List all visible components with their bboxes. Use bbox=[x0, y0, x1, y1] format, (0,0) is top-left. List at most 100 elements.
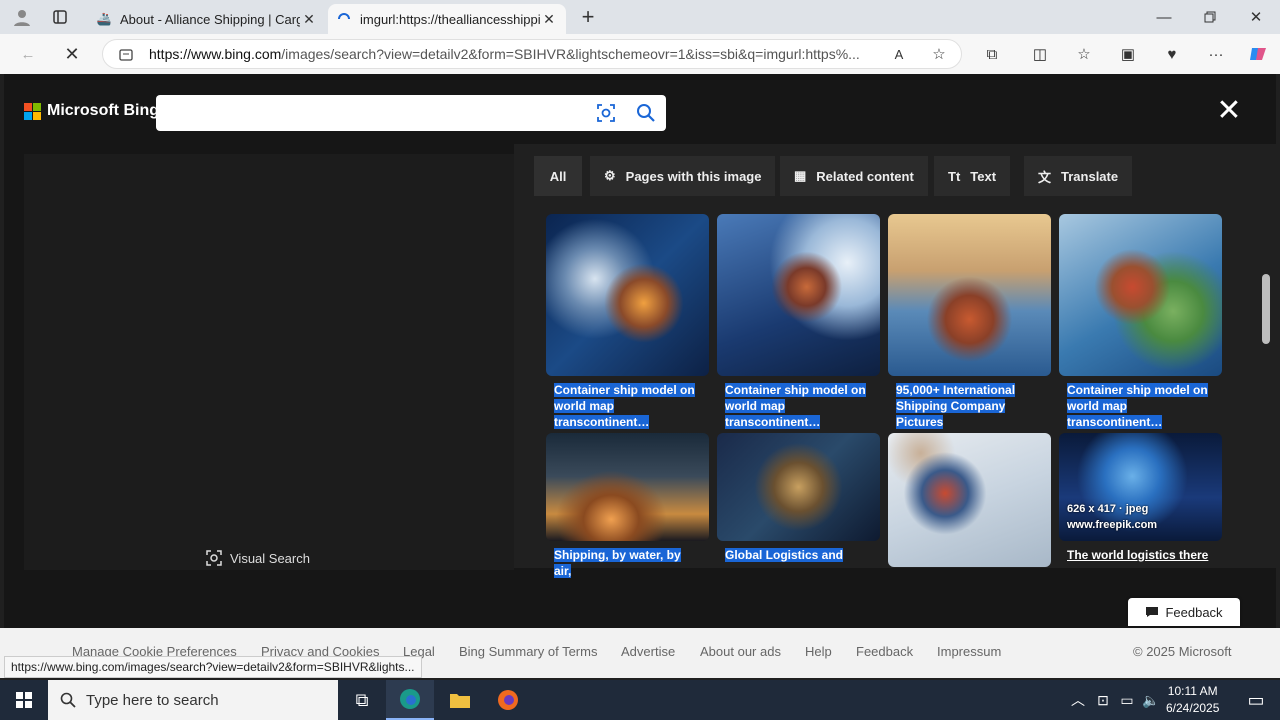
bing-logo[interactable]: Microsoft Bing bbox=[24, 102, 159, 120]
result-caption: Global Logistics and bbox=[725, 548, 844, 562]
site-info-icon[interactable] bbox=[117, 46, 135, 64]
close-tab-icon[interactable]: ✕ bbox=[540, 11, 558, 28]
result-card[interactable]: Container ship model on world map transc… bbox=[546, 214, 709, 429]
result-caption: Container ship model on world map transc… bbox=[554, 383, 695, 429]
tab-label: Pages with this image bbox=[625, 168, 762, 184]
result-card[interactable] bbox=[888, 433, 1051, 633]
file-explorer-icon[interactable] bbox=[436, 680, 484, 720]
restore-icon[interactable] bbox=[1194, 4, 1226, 30]
result-card[interactable]: 95,000+ International Shipping Company P… bbox=[888, 214, 1051, 429]
result-card[interactable]: Container ship model on world map transc… bbox=[717, 214, 880, 429]
visual-search-button[interactable]: Visual Search bbox=[206, 550, 310, 566]
tab-all[interactable]: All bbox=[534, 156, 582, 196]
feedback-button[interactable]: Feedback bbox=[1128, 598, 1240, 626]
clock-date: 6/24/2025 bbox=[1166, 701, 1220, 715]
url-path: /images/search?view=detailv2&form=SBIHVR… bbox=[281, 46, 860, 62]
grid-icon: ▦ bbox=[794, 168, 807, 183]
tab-title: imgurl:https://thealliancesshipping bbox=[360, 11, 540, 27]
visual-search-camera-icon[interactable] bbox=[594, 101, 618, 125]
search-input[interactable] bbox=[156, 95, 666, 131]
task-view-icon[interactable]: ⧉ bbox=[338, 680, 386, 720]
tab-related-content[interactable]: ▦ Related content bbox=[780, 156, 928, 196]
favorite-star-icon[interactable]: ☆ bbox=[929, 44, 949, 64]
results-scrollbar[interactable] bbox=[1262, 274, 1270, 344]
result-card[interactable]: Shipping, by water, by air, bbox=[546, 433, 709, 633]
more-menu-icon[interactable]: ··· bbox=[1202, 40, 1230, 68]
browser-essentials-icon[interactable]: ♥ bbox=[1158, 40, 1186, 68]
tab-translate[interactable]: 文 Translate bbox=[1024, 156, 1133, 196]
taskbar-search-input[interactable]: Type here to search bbox=[48, 680, 338, 720]
result-card[interactable]: Global Logistics and bbox=[717, 433, 880, 633]
stop-loading-icon[interactable]: ✕ bbox=[58, 40, 86, 68]
collections-icon[interactable]: ▣ bbox=[1114, 40, 1142, 68]
url-input[interactable]: https://www.bing.com/images/search?view=… bbox=[102, 39, 962, 69]
text-icon: Tt bbox=[948, 168, 961, 184]
tray-device-icon[interactable]: ⊡ bbox=[1092, 680, 1114, 720]
footer-link-advertise[interactable]: Advertise bbox=[621, 644, 675, 659]
close-visual-search-icon[interactable]: ✕ bbox=[1212, 96, 1246, 130]
windows-taskbar: Type here to search ⧉ ︿ ⊡ ▭ 🔈 10:11 AM 6… bbox=[0, 680, 1280, 720]
close-window-icon[interactable]: ✕ bbox=[1240, 4, 1272, 30]
bing-header: Microsoft Bing ✕ bbox=[4, 74, 1276, 144]
tab-text[interactable]: Tt Text bbox=[934, 156, 1011, 196]
feedback-label: Feedback bbox=[1165, 604, 1223, 620]
taskbar-clock[interactable]: 10:11 AM 6/24/2025 bbox=[1166, 683, 1219, 717]
footer-link-help[interactable]: Help bbox=[805, 644, 832, 659]
result-thumbnail bbox=[717, 214, 880, 376]
taskbar-search-placeholder: Type here to search bbox=[86, 691, 219, 709]
url-host: https://www.bing.com bbox=[149, 46, 282, 62]
ship-favicon-icon: 🚢 bbox=[96, 12, 112, 26]
footer-link-terms[interactable]: Bing Summary of Terms bbox=[459, 644, 597, 659]
edge-app-icon[interactable] bbox=[386, 680, 434, 720]
result-image-size: 626 x 417 · jpeg bbox=[1067, 503, 1149, 515]
copilot-icon[interactable] bbox=[1244, 40, 1272, 68]
microsoft-logo-icon bbox=[24, 102, 41, 120]
footer-link-impressum[interactable]: Impressum bbox=[937, 644, 1001, 659]
result-thumbnail bbox=[1059, 214, 1222, 376]
tab-alliance-shipping[interactable]: 🚢 About - Alliance Shipping | Cargo ✕ bbox=[88, 4, 326, 34]
search-icon bbox=[60, 692, 76, 708]
network-icon[interactable]: ▭ bbox=[1116, 680, 1138, 720]
tab-label: Translate bbox=[1061, 168, 1119, 184]
profile-icon[interactable] bbox=[8, 4, 36, 30]
split-screen-icon[interactable]: ◫ bbox=[1026, 40, 1054, 68]
result-caption: Shipping, by water, by air, bbox=[554, 548, 681, 578]
chat-bubble-icon bbox=[1146, 607, 1159, 617]
result-card[interactable]: Container ship model on world map transc… bbox=[1059, 214, 1222, 429]
tab-actions-icon[interactable] bbox=[46, 4, 74, 30]
footer-link-about-ads[interactable]: About our ads bbox=[700, 644, 781, 659]
result-thumbnail bbox=[888, 214, 1051, 376]
result-caption: Container ship model on world map transc… bbox=[725, 383, 866, 429]
tab-pages-with-this-image[interactable]: ⚙ Pages with this image bbox=[590, 156, 776, 196]
minimize-icon[interactable]: — bbox=[1148, 4, 1180, 30]
bing-logo-text: Microsoft Bing bbox=[47, 102, 159, 119]
extensions-icon[interactable]: ⧉ bbox=[978, 40, 1006, 68]
tab-label: Related content bbox=[816, 168, 914, 184]
close-tab-icon[interactable]: ✕ bbox=[300, 11, 318, 28]
start-icon[interactable] bbox=[0, 680, 48, 720]
tab-label: All bbox=[549, 168, 567, 184]
visual-search-label: Visual Search bbox=[230, 550, 310, 566]
show-hidden-icons-icon[interactable]: ︿ bbox=[1066, 680, 1090, 720]
result-thumbnail: 626 x 417 · jpeg www.freepik.com bbox=[1059, 433, 1222, 541]
search-icon[interactable] bbox=[634, 101, 658, 125]
result-thumbnail bbox=[546, 214, 709, 376]
translate-icon: 文 bbox=[1038, 169, 1052, 185]
read-aloud-icon[interactable]: A bbox=[889, 44, 909, 64]
notifications-icon[interactable]: ▭ bbox=[1232, 680, 1280, 720]
favorites-icon[interactable]: ☆ bbox=[1070, 40, 1098, 68]
firefox-icon[interactable] bbox=[484, 680, 532, 720]
tab-bing-imgurl[interactable]: imgurl:https://thealliancesshipping ✕ bbox=[328, 4, 566, 34]
bing-visual-search-page: Microsoft Bing ✕ Visual Search All ⚙ Pag… bbox=[4, 74, 1276, 628]
query-image-pane bbox=[24, 154, 514, 570]
volume-icon[interactable]: 🔈 bbox=[1140, 680, 1162, 720]
new-tab-icon[interactable]: + bbox=[574, 4, 602, 30]
footer-link-feedback[interactable]: Feedback bbox=[856, 644, 913, 659]
status-bar-url: https://www.bing.com/images/search?view=… bbox=[4, 656, 422, 678]
result-thumbnail bbox=[717, 433, 880, 541]
result-caption: 95,000+ International Shipping Company P… bbox=[896, 383, 1016, 429]
pages-icon: ⚙ bbox=[604, 168, 616, 183]
result-source-site[interactable]: www.freepik.com bbox=[1067, 519, 1157, 531]
clock-time: 10:11 AM bbox=[1167, 684, 1218, 698]
back-icon[interactable]: ← bbox=[14, 40, 42, 68]
